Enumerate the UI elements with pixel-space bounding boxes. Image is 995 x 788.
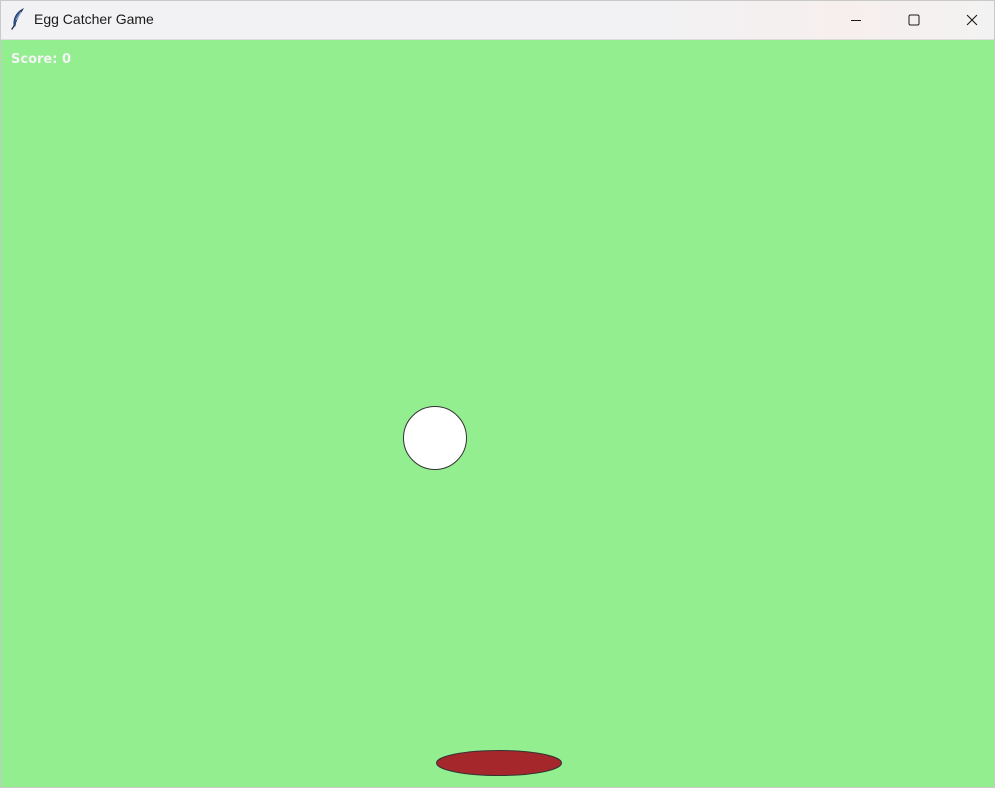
title-bar[interactable]: Egg Catcher Game xyxy=(1,1,994,40)
egg xyxy=(403,406,467,470)
minimize-icon xyxy=(850,14,862,26)
feather-icon xyxy=(10,8,26,30)
score-label: Score: 0 xyxy=(11,52,71,67)
close-button[interactable] xyxy=(943,1,994,39)
game-scene xyxy=(403,406,562,776)
close-icon xyxy=(966,14,978,26)
game-canvas[interactable]: Score: 0 xyxy=(1,40,994,787)
catcher-basket[interactable] xyxy=(436,750,562,776)
window-title: Egg Catcher Game xyxy=(34,11,154,27)
maximize-icon xyxy=(908,14,920,26)
maximize-button[interactable] xyxy=(885,1,943,39)
minimize-button[interactable] xyxy=(827,1,885,39)
game-window: Egg Catcher Game Score: 0 xyxy=(0,0,995,788)
